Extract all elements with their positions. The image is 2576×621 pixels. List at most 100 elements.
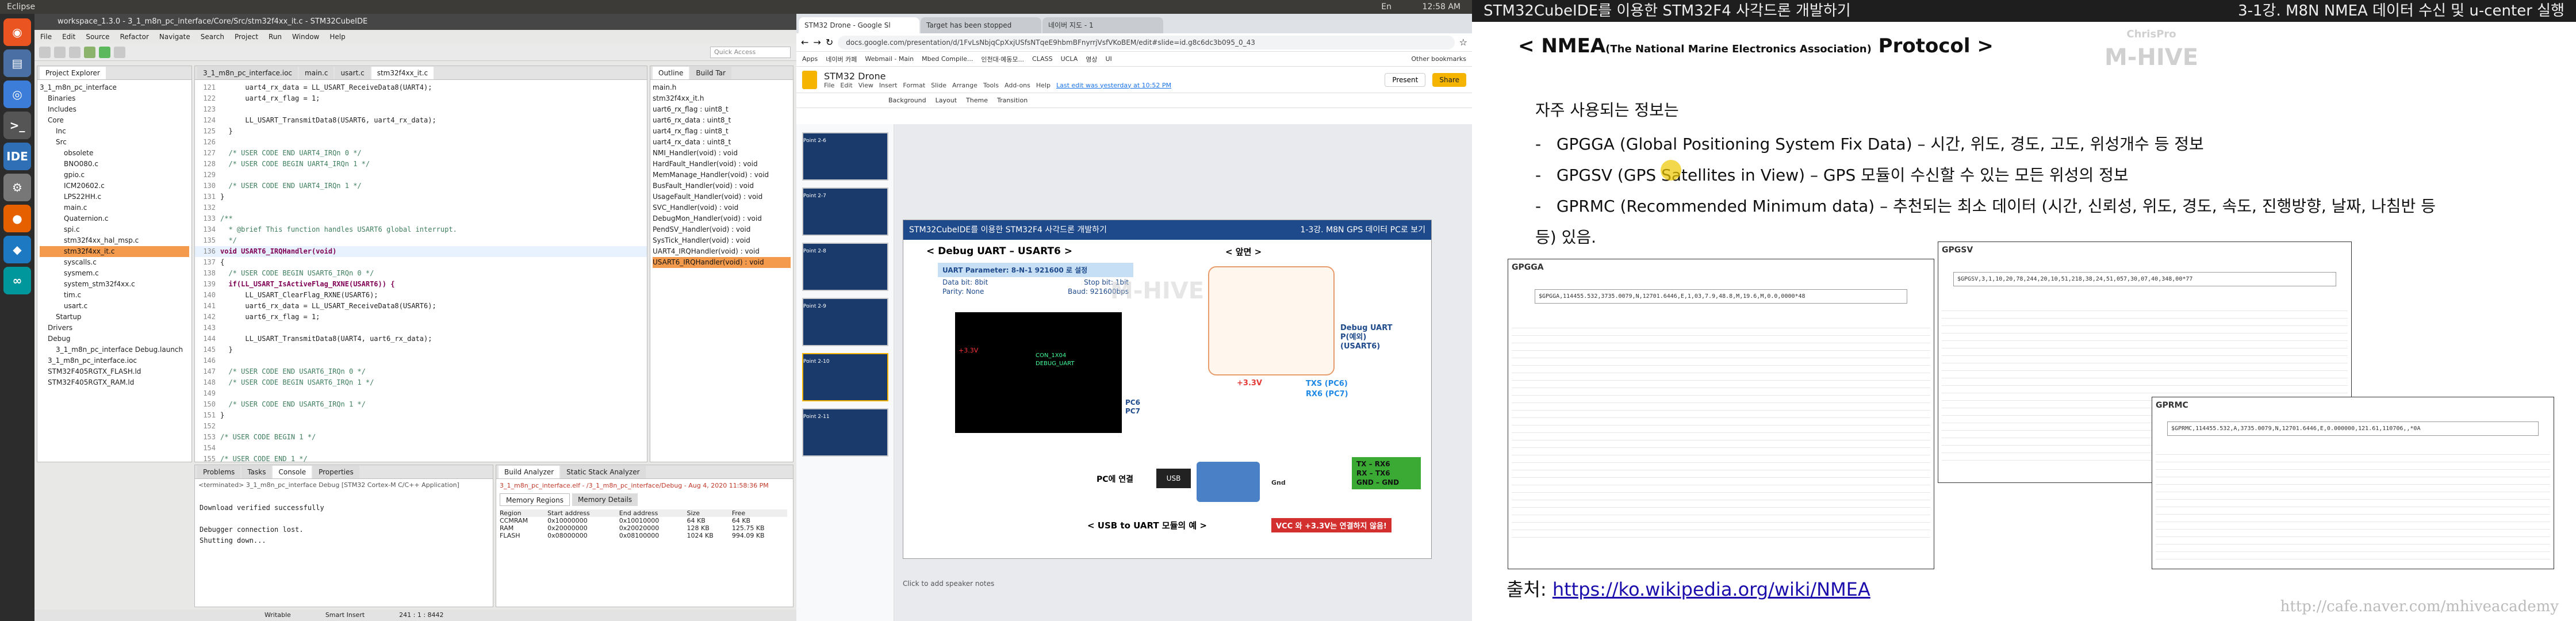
tree-item[interactable]: main.c — [40, 202, 189, 213]
other-bookmarks[interactable]: Other bookmarks — [1411, 55, 1466, 63]
outline-item[interactable]: NMI_Handler(void) : void — [653, 148, 791, 159]
outline-item[interactable]: PendSV_Handler(void) : void — [653, 224, 791, 235]
menu-source[interactable]: Source — [86, 30, 109, 44]
tab-ioc[interactable]: 3_1_m8n_pc_interface.ioc — [197, 67, 298, 79]
source-link[interactable]: https://ko.wikipedia.org/wiki/NMEA — [1552, 578, 1870, 600]
slide-thumbnail[interactable]: Point 2-11 — [802, 408, 888, 457]
tab-tasks[interactable]: Tasks — [241, 466, 272, 478]
tree-item[interactable]: ICM20602.c — [40, 181, 189, 191]
code-line[interactable]: 147 /* USER CODE END USART6_IRQn 0 */ — [195, 366, 647, 377]
tree-item[interactable]: tim.c — [40, 290, 189, 301]
code-line[interactable]: 126 — [195, 137, 647, 148]
files-icon[interactable]: ▤ — [3, 49, 31, 77]
outline-item[interactable]: HardFault_Handler(void) : void — [653, 159, 791, 170]
code-text[interactable]: 121 uart4_rx_data = LL_USART_ReceiveData… — [195, 80, 647, 462]
menu-item[interactable]: Format — [903, 82, 925, 89]
slide-thumbnail[interactable]: Point 2-6 — [802, 132, 888, 181]
terminal-icon[interactable]: >_ — [3, 112, 31, 139]
code-line[interactable]: 140 LL_USART_ClearFlag_RXNE(USART6); — [195, 290, 647, 301]
tree-item[interactable]: STM32F405RGTX_FLASH.ld — [40, 366, 189, 377]
outline-item[interactable]: UsageFault_Handler(void) : void — [653, 191, 791, 202]
menu-run[interactable]: Run — [269, 30, 282, 44]
search-icon[interactable] — [114, 46, 125, 58]
ubuntu-icon[interactable]: ◉ — [3, 18, 31, 46]
code-line[interactable]: 133/** — [195, 213, 647, 224]
browser-tab-slides[interactable]: STM32 Drone - Google Sl — [799, 17, 919, 33]
menu-item[interactable]: Tools — [983, 82, 999, 89]
transition-button[interactable]: Transition — [997, 97, 1028, 104]
outline-item[interactable]: DebugMon_Handler(void) : void — [653, 213, 791, 224]
tree-item[interactable]: 3_1_m8n_pc_interface.ioc — [40, 355, 189, 366]
tab-build-analyzer[interactable]: Build Analyzer — [499, 466, 560, 478]
outline-item[interactable]: uart6_rx_data : uint8_t — [653, 115, 791, 126]
tree-item[interactable]: Quaternion.c — [40, 213, 189, 224]
table-row[interactable]: CCMRAM 0x10000000 0x10010000 64 KB 64 KB — [500, 517, 787, 524]
code-line[interactable]: 130 /* USER CODE END UART4_IRQn 1 */ — [195, 181, 647, 191]
outline-item[interactable]: uart6_rx_flag : uint8_t — [653, 104, 791, 115]
tab-problems[interactable]: Problems — [197, 466, 241, 478]
bookmark[interactable]: Webmail - Main — [865, 55, 914, 63]
debug-icon[interactable] — [84, 46, 95, 58]
tree-item[interactable]: Includes — [40, 104, 189, 115]
theme-button[interactable]: Theme — [966, 97, 988, 104]
outline-item[interactable]: UART4_IRQHandler(void) : void — [653, 246, 791, 257]
menu-item[interactable]: View — [858, 82, 873, 89]
code-line[interactable]: 135 */ — [195, 235, 647, 246]
tree-item[interactable]: Inc — [40, 126, 189, 137]
code-line[interactable]: 151} — [195, 410, 647, 421]
tree-item[interactable]: LPS22HH.c — [40, 191, 189, 202]
menu-project[interactable]: Project — [235, 30, 258, 44]
code-line[interactable]: 138 /* USER CODE BEGIN USART6_IRQn 0 */ — [195, 268, 647, 279]
outline-item[interactable]: stm32f4xx_it.h — [653, 93, 791, 104]
tree-item[interactable]: Binaries — [40, 93, 189, 104]
vscode-icon[interactable]: ◆ — [3, 236, 31, 263]
menu-file[interactable]: File — [40, 30, 52, 44]
code-line[interactable]: 145 } — [195, 344, 647, 355]
code-line[interactable]: 136 void USART6_IRQHandler(void) — [195, 246, 647, 257]
bookmark[interactable]: Apps — [802, 55, 818, 63]
code-line[interactable]: 143 — [195, 323, 647, 334]
code-line[interactable]: 121 uart4_rx_data = LL_USART_ReceiveData… — [195, 82, 647, 93]
code-line[interactable]: 144 LL_USART_TransmitData8(UART4, uart6_… — [195, 334, 647, 344]
code-line[interactable]: 153/* USER CODE BEGIN 1 */ — [195, 432, 647, 443]
new-icon[interactable] — [39, 46, 51, 58]
tree-item[interactable]: usart.c — [40, 301, 189, 312]
menu-navigate[interactable]: Navigate — [159, 30, 190, 44]
tab-properties[interactable]: Properties — [313, 466, 359, 478]
tab-main-c[interactable]: main.c — [299, 67, 334, 79]
tree-item[interactable]: stm32f4xx_it.c — [40, 246, 189, 257]
menu-item[interactable]: File — [824, 82, 834, 89]
code-line[interactable]: 152 — [195, 421, 647, 432]
tree-item[interactable]: sysmem.c — [40, 268, 189, 279]
menu-item[interactable]: Add-ons — [1005, 82, 1030, 89]
tab-stm32f4xx-it-c[interactable]: stm32f4xx_it.c — [371, 67, 434, 79]
outline-item[interactable]: uart4_rx_flag : uint8_t — [653, 126, 791, 137]
code-line[interactable]: 142 uart6_rx_flag = 1; — [195, 312, 647, 323]
code-line[interactable]: 131} — [195, 191, 647, 202]
bookmark[interactable]: 영상 — [1086, 55, 1097, 64]
save-icon[interactable] — [54, 46, 66, 58]
forward-icon[interactable]: → — [813, 37, 821, 48]
code-line[interactable]: 150 /* USER CODE END USART6_IRQn 1 */ — [195, 399, 647, 410]
menu-item[interactable]: Slide — [931, 82, 946, 89]
slide-canvas[interactable]: STM32CubeIDE를 이용한 STM32F4 사각드론 개발하기 1-3강… — [903, 220, 1432, 559]
tree-item[interactable]: Startup — [40, 312, 189, 323]
chrome-icon[interactable]: ◎ — [3, 80, 31, 108]
bookmark[interactable]: 인천대·예동모... — [981, 55, 1024, 64]
outline-item[interactable]: SysTick_Handler(void) : void — [653, 235, 791, 246]
ide-icon[interactable]: IDE — [3, 143, 31, 170]
clock[interactable]: 12:58 AM — [1423, 0, 1460, 14]
bookmark[interactable]: CLASS — [1032, 55, 1053, 63]
bookmark[interactable]: Mbed Compile... — [922, 55, 973, 63]
table-row[interactable]: FLASH 0x08000000 0x08100000 1024 KB 994.09 K… — [500, 532, 787, 539]
menu-window[interactable]: Window — [292, 30, 319, 44]
build-icon[interactable] — [69, 46, 80, 58]
arduino-icon[interactable]: ∞ — [3, 267, 31, 294]
quick-access-input[interactable]: Quick Access — [710, 46, 791, 58]
table-row[interactable]: RAM 0x20000000 0x20020000 128 KB 125.75 KB — [500, 524, 787, 532]
tab-memory-regions[interactable]: Memory Regions — [500, 493, 570, 506]
menu-help[interactable]: Help — [329, 30, 345, 44]
code-line[interactable]: 139 if(LL_USART_IsActiveFlag_RXNE(USART6… — [195, 279, 647, 290]
code-line[interactable]: 125 } — [195, 126, 647, 137]
outline-item[interactable]: SVC_Handler(void) : void — [653, 202, 791, 213]
